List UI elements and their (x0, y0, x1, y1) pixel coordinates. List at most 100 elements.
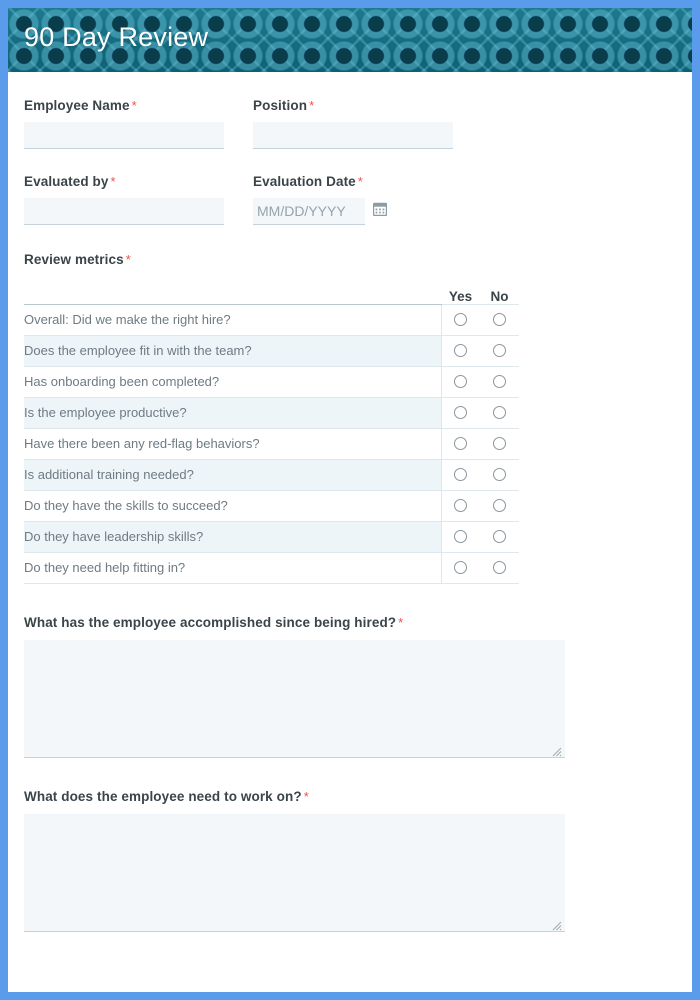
metrics-header-blank (24, 276, 441, 305)
metric-no-cell[interactable] (480, 366, 519, 398)
metric-question-cell: Do they have the skills to succeed? (24, 490, 442, 522)
radio-yes-row-0[interactable] (454, 312, 468, 326)
metrics-table-head: Yes No (24, 276, 519, 305)
long-answer-section-2: What does the employee need to work on? * (24, 789, 676, 932)
radio-no-row-0[interactable] (493, 312, 506, 326)
radio-yes-row-1[interactable] (454, 343, 468, 357)
metric-no-cell[interactable] (480, 335, 519, 367)
metric-yes-cell[interactable] (441, 428, 480, 460)
metric-question-cell: Do they need help fitting in? (24, 552, 442, 584)
radio-no-row-4[interactable] (493, 436, 506, 450)
label-position: Position * (253, 98, 453, 113)
label-work-on: What does the employee need to work on? * (24, 789, 676, 804)
radio-no-row-1[interactable] (493, 343, 506, 357)
work-on-textarea[interactable] (24, 813, 565, 932)
label-review-metrics: Review metrics * (24, 252, 676, 267)
radio-yes-row-4[interactable] (454, 436, 468, 450)
radio-yes-row-5[interactable] (454, 467, 468, 481)
table-row: Do they have the skills to succeed? (24, 490, 519, 522)
label-position-text: Position (253, 98, 308, 113)
metric-question-cell: Have there been any red-flag behaviors? (24, 428, 442, 460)
metrics-header-yes: Yes (441, 276, 480, 305)
table-row: Is the employee productive? (24, 397, 519, 429)
metric-yes-cell[interactable] (441, 490, 480, 522)
radio-yes-row-3[interactable] (454, 405, 468, 419)
radio-no-row-8[interactable] (493, 560, 506, 574)
metric-no-cell[interactable] (480, 304, 519, 336)
metric-yes-cell[interactable] (441, 397, 480, 429)
metric-question-cell: Has onboarding been completed? (24, 366, 442, 398)
accomplishments-textarea-wrap (24, 639, 565, 758)
metric-yes-cell[interactable] (441, 304, 480, 336)
review-metrics-table: Yes No Overall: Did we make the right hi… (24, 276, 519, 584)
radio-no-row-2[interactable] (493, 374, 506, 388)
required-marker: * (110, 174, 116, 189)
metric-no-cell[interactable] (480, 459, 519, 491)
table-row: Has onboarding been completed? (24, 366, 519, 398)
radio-yes-row-6[interactable] (454, 498, 468, 512)
evaluation-date-input[interactable] (253, 198, 365, 225)
required-marker: * (131, 98, 137, 113)
table-row: Is additional training needed? (24, 459, 519, 491)
label-evaluation-date: Evaluation Date * (253, 174, 453, 189)
work-on-textarea-wrap (24, 813, 565, 932)
field-group-position: Position * (253, 98, 453, 149)
long-answer-section-1: What has the employee accomplished since… (24, 615, 676, 758)
metrics-table-body: Overall: Did we make the right hire? Does… (24, 304, 519, 584)
label-evaluated-by: Evaluated by * (24, 174, 224, 189)
page-header: 90 Day Review (8, 8, 692, 72)
label-accomplishments-text: What has the employee accomplished since… (24, 614, 397, 630)
metric-no-cell[interactable] (480, 521, 519, 553)
metric-no-cell[interactable] (480, 490, 519, 522)
metric-no-cell[interactable] (480, 428, 519, 460)
field-row-1: Employee Name * Position * (24, 98, 676, 149)
metric-question-cell: Is the employee productive? (24, 397, 442, 429)
metric-no-cell[interactable] (480, 397, 519, 429)
accomplishments-textarea[interactable] (24, 639, 565, 758)
metric-yes-cell[interactable] (441, 366, 480, 398)
label-evaluation-date-text: Evaluation Date (253, 174, 356, 189)
required-marker: * (309, 98, 315, 113)
radio-no-row-5[interactable] (493, 467, 506, 481)
evaluation-date-control (253, 198, 453, 225)
field-group-evaluation-date: Evaluation Date * (253, 174, 453, 225)
table-row: Do they need help fitting in? (24, 552, 519, 584)
required-marker: * (398, 614, 404, 630)
metric-question-cell: Do they have leadership skills? (24, 521, 442, 553)
metric-yes-cell[interactable] (441, 552, 480, 584)
metric-yes-cell[interactable] (441, 335, 480, 367)
position-input[interactable] (253, 122, 453, 149)
table-row: Have there been any red-flag behaviors? (24, 428, 519, 460)
radio-no-row-3[interactable] (493, 405, 506, 419)
radio-no-row-7[interactable] (493, 529, 506, 543)
required-marker: * (357, 174, 363, 189)
table-row: Does the employee fit in with the team? (24, 335, 519, 367)
form-page: 90 Day Review Employee Name* Position* (8, 8, 692, 992)
metric-yes-cell[interactable] (441, 521, 480, 553)
employee-name-input[interactable] (24, 122, 224, 149)
field-row-2: Evaluated by * Evaluation Date * (24, 174, 676, 225)
calendar-icon[interactable] (372, 202, 388, 221)
field-group-employee-name: Employee Name * (24, 98, 224, 149)
metrics-header-row: Yes No (24, 276, 519, 305)
required-marker: * (303, 788, 309, 804)
metric-yes-cell[interactable] (441, 459, 480, 491)
label-evaluated-by-text: Evaluated by (24, 174, 109, 189)
review-metrics-section: Review metrics * Yes No Overall: Did we m… (24, 252, 676, 584)
radio-yes-row-8[interactable] (454, 560, 468, 574)
required-marker: * (125, 252, 131, 267)
field-group-evaluated-by: Evaluated by * (24, 174, 224, 225)
metric-question-cell: Overall: Did we make the right hire? (24, 304, 442, 336)
label-review-metrics-text: Review metrics (24, 252, 124, 267)
radio-yes-row-2[interactable] (454, 374, 468, 388)
radio-yes-row-7[interactable] (454, 529, 468, 543)
radio-no-row-6[interactable] (493, 498, 506, 512)
metrics-header-no: No (480, 276, 519, 305)
evaluated-by-input[interactable] (24, 198, 224, 225)
page-title: 90 Day Review (24, 22, 209, 52)
metric-no-cell[interactable] (480, 552, 519, 584)
label-employee-name-text: Employee Name (24, 98, 130, 113)
form-body: Employee Name * Position * Evaluated by * (8, 72, 692, 932)
table-row: Overall: Did we make the right hire? (24, 304, 519, 336)
